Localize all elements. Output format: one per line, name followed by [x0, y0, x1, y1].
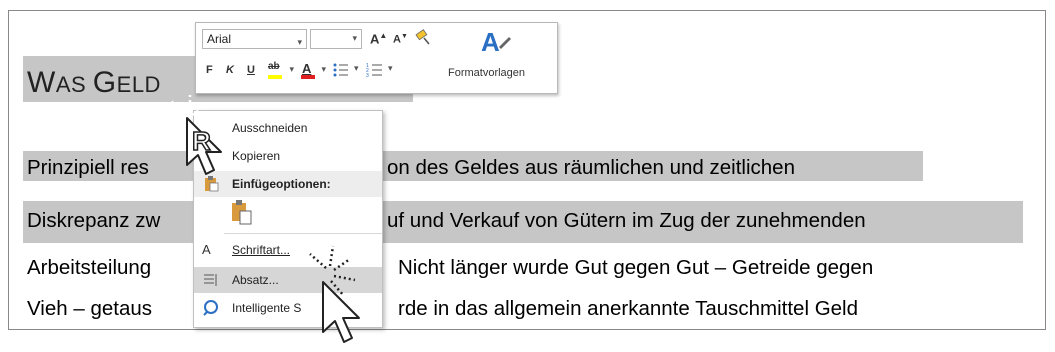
font-icon: A	[202, 242, 211, 257]
document-heading[interactable]: WAS GELD	[27, 63, 161, 103]
chevron-down-icon[interactable]: ▾	[354, 63, 359, 74]
styles-icon[interactable]: A	[478, 27, 512, 59]
menu-item-font[interactable]: A Schriftart...	[194, 237, 382, 263]
bold-button[interactable]: F	[206, 64, 213, 76]
paragraph-line-2-right[interactable]: uf und Verkauf von Gütern im Zug der zun…	[387, 204, 866, 238]
chevron-down-icon[interactable]: ▾	[297, 33, 302, 51]
chevron-down-icon[interactable]: ▾	[352, 33, 357, 44]
format-painter-icon[interactable]	[415, 29, 433, 47]
paste-keep-formatting-button[interactable]	[228, 199, 258, 229]
font-color-button[interactable]: A ▾	[300, 59, 326, 79]
mini-toolbar: Arial ▾ ▾ A▲ A▼ F K U ab ▾ A ▾ ▾ 1 2 3 ▾…	[195, 22, 558, 94]
paragraph-line-1[interactable]: Prinzipiell res	[27, 151, 149, 185]
bullets-icon[interactable]	[332, 61, 354, 79]
paragraph-line-1-right[interactable]: on des Geldes aus räumlichen und zeitlic…	[387, 151, 795, 185]
numbering-icon[interactable]: 1 2 3	[366, 61, 388, 79]
svg-text:A: A	[481, 27, 500, 57]
highlight-color-button[interactable]: ab ▾	[266, 59, 296, 79]
menu-item-smart-lookup[interactable]: Intelligente S	[194, 295, 382, 321]
paragraph-line-3[interactable]: Arbeitsteilung	[27, 251, 151, 285]
paste-keep-formatting-icon	[232, 200, 252, 225]
clipboard-icon	[205, 176, 219, 192]
context-menu: Ausschneiden Kopieren Einfügeoptionen: A…	[193, 110, 383, 328]
chevron-down-icon[interactable]: ▾	[388, 63, 393, 74]
paragraph-line-2[interactable]: Diskrepanz zw	[27, 204, 160, 238]
highlight-color-bar	[268, 75, 282, 79]
paragraph-line-4[interactable]: Vieh – getaus	[27, 292, 152, 326]
shrink-font-button[interactable]: A▼	[393, 33, 408, 46]
paragraph-line-4-right[interactable]: rde in das allgemein anerkannte Tauschmi…	[398, 292, 858, 326]
paragraph-icon	[204, 274, 217, 286]
grow-font-button[interactable]: A▲	[370, 31, 387, 46]
italic-button[interactable]: K	[226, 64, 234, 76]
svg-text:3: 3	[366, 73, 369, 79]
font-name-combobox[interactable]: Arial ▾	[202, 29, 307, 49]
menu-item-cut[interactable]: Ausschneiden	[194, 115, 382, 141]
font-size-combobox[interactable]: ▾	[310, 29, 362, 49]
menu-item-copy[interactable]: Kopieren	[194, 143, 382, 169]
paragraph-line-3-right[interactable]: Nicht länger wurde Gut gegen Gut – Getre…	[398, 251, 873, 285]
chevron-down-icon[interactable]: ▾	[289, 64, 294, 75]
menu-separator	[224, 233, 382, 234]
font-color-bar	[301, 75, 315, 79]
styles-button-label[interactable]: Formatvorlagen	[448, 67, 525, 79]
menu-item-paste-options: Einfügeoptionen:	[194, 171, 382, 197]
chevron-down-icon[interactable]: ▾	[321, 64, 326, 75]
smart-lookup-icon	[203, 300, 218, 316]
menu-item-paragraph[interactable]: Absatz...	[194, 267, 382, 293]
underline-button[interactable]: U	[247, 64, 255, 76]
